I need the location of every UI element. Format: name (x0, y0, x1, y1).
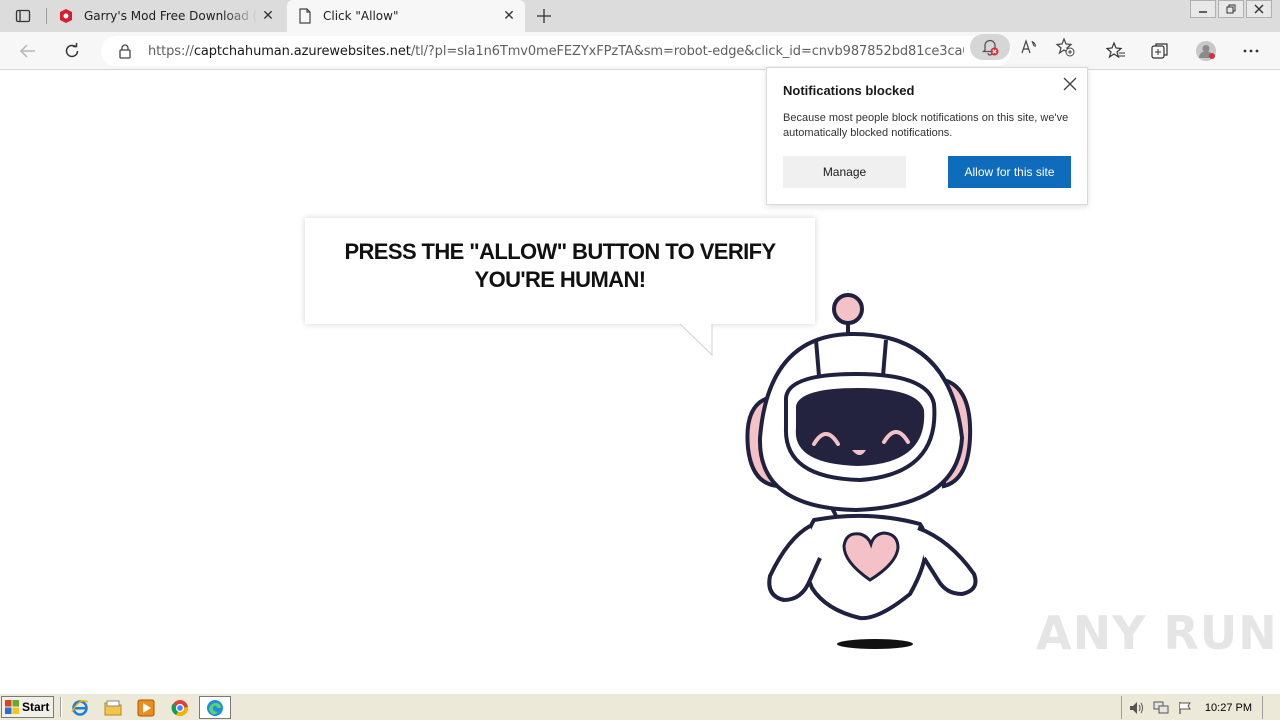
browser-toolbar: https://captchahuman.azurewebsites.net/t… (0, 32, 1280, 70)
window-controls (1188, 0, 1272, 18)
back-button[interactable] (14, 37, 42, 65)
internet-explorer-icon (71, 700, 89, 716)
taskbar-clock[interactable]: 10:27 PM (1205, 702, 1252, 714)
notifications-blocked-popup: Notifications blocked Because most peopl… (766, 67, 1088, 205)
speech-bubble-tail (676, 322, 716, 357)
profile-button[interactable] (1192, 37, 1220, 65)
tab-title: Garry's Mod Free Download (Incl (84, 9, 258, 23)
verify-headline: PRESS THE "ALLOW" BUTTON TO VERIFY YOU'R… (344, 239, 776, 292)
tab-actions-button[interactable] (8, 5, 38, 27)
address-bar[interactable]: https://captchahuman.azurewebsites.net/t… (101, 36, 1011, 66)
tab-click-allow[interactable]: Click "Allow" ✕ (287, 0, 525, 32)
volume-icon[interactable] (1128, 699, 1146, 717)
chrome-icon (171, 700, 188, 717)
close-tab-icon[interactable]: ✕ (258, 6, 278, 26)
network-icon[interactable] (1152, 699, 1170, 717)
minimize-button[interactable] (1190, 0, 1216, 18)
star-add-icon (1055, 37, 1075, 57)
tab-actions-icon (15, 9, 31, 23)
anyrun-watermark: ANY RUN (1036, 606, 1278, 660)
add-favorite-button[interactable] (1052, 34, 1078, 60)
settings-menu-button[interactable] (1237, 37, 1265, 65)
edge-icon (207, 699, 223, 716)
tab-strip: Garry's Mod Free Download (Incl ✕ Click … (0, 0, 1280, 32)
speech-bubble: PRESS THE "ALLOW" BUTTON TO VERIFY YOU'R… (305, 218, 815, 324)
url-text[interactable]: https://captchahuman.azurewebsites.net/t… (148, 44, 964, 59)
collections-icon (1151, 43, 1168, 59)
restore-icon (1226, 4, 1236, 14)
minimize-icon (1199, 11, 1207, 13)
favorites-button[interactable] (1102, 37, 1130, 65)
favorites-star-icon (1106, 41, 1125, 59)
bell-blocked-icon (981, 39, 999, 56)
manage-button[interactable]: Manage (783, 156, 906, 188)
red-shield-favicon-icon (58, 8, 74, 24)
more-dots-icon (1243, 49, 1259, 53)
popup-body-text: Because most people block notifications … (783, 112, 1069, 139)
collections-button[interactable] (1146, 37, 1174, 65)
robot-mascot-illustration (745, 293, 978, 649)
internet-explorer-launch[interactable] (70, 698, 90, 718)
tab-title: Click "Allow" (323, 9, 399, 23)
media-player-launch[interactable] (136, 698, 156, 718)
restore-button[interactable] (1218, 0, 1244, 18)
popup-close-button[interactable] (1061, 75, 1079, 93)
system-tray: 10:27 PM (1121, 696, 1278, 719)
page-favicon-icon (297, 8, 313, 24)
close-icon (1063, 77, 1077, 91)
url-host: captchahuman.azurewebsites.net (193, 43, 411, 59)
tab-garrys-mod[interactable]: Garry's Mod Free Download (Incl ✕ (48, 0, 284, 32)
refresh-button[interactable] (58, 37, 86, 65)
avatar-icon (1196, 41, 1216, 61)
folder-icon (104, 700, 122, 716)
show-desktop-button[interactable] (1262, 696, 1276, 719)
close-icon (1254, 4, 1264, 14)
windows-logo-icon (5, 700, 19, 714)
file-explorer-launch[interactable] (103, 698, 123, 718)
refresh-icon (65, 43, 79, 58)
start-button[interactable]: Start (1, 696, 54, 718)
read-aloud-icon (1021, 39, 1036, 54)
popup-title: Notifications blocked (783, 83, 915, 98)
plus-icon (537, 9, 551, 23)
chrome-launch[interactable] (170, 698, 190, 718)
allow-for-this-site-button[interactable]: Allow for this site (948, 156, 1071, 188)
action-center-flag-icon[interactable] (1176, 699, 1194, 717)
notifications-blocked-button[interactable] (970, 34, 1010, 60)
start-label: Start (22, 700, 50, 714)
close-tab-icon[interactable]: ✕ (499, 6, 519, 26)
arrow-left-icon (19, 44, 35, 58)
lock-icon[interactable] (118, 43, 134, 59)
read-aloud-button[interactable] (1017, 34, 1043, 60)
new-tab-button[interactable] (532, 4, 556, 28)
media-player-icon (137, 699, 155, 717)
url-scheme: https:// (148, 43, 194, 59)
taskbar-separator (60, 697, 62, 717)
url-path: /tl/?pl=sIa1n6Tmv0meFEZYxFPzTA&sm=robot-… (410, 43, 964, 59)
edge-taskbar-button[interactable] (199, 696, 231, 719)
close-window-button[interactable] (1246, 0, 1272, 18)
tab-separator (46, 8, 47, 24)
taskbar: Start 10:27 PM (0, 693, 1280, 720)
